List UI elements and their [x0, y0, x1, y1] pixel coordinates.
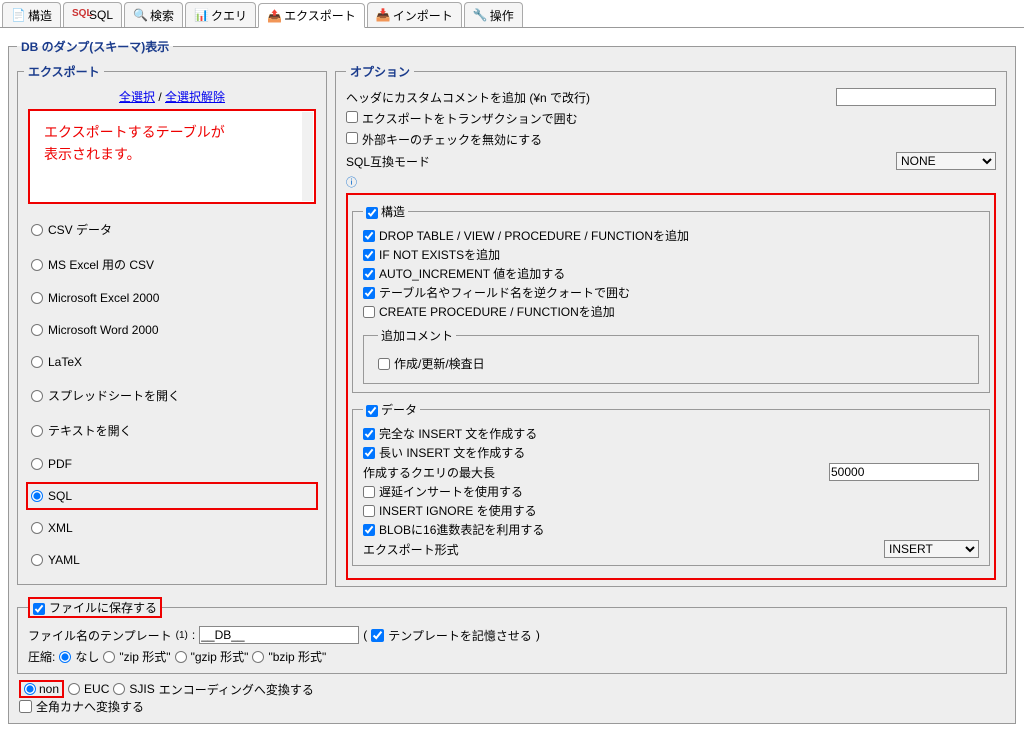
export-legend: エクスポート [24, 63, 104, 80]
tab-query[interactable]: 📊クエリ [185, 2, 256, 27]
radio-compress-bzip[interactable] [252, 651, 264, 663]
save-fieldset: ファイルに保存する ファイル名のテンプレート(1): ( テンプレートを記憶させ… [17, 597, 1007, 674]
chk-save-file[interactable] [33, 603, 45, 615]
main-dump-fieldset: DB のダンプ(スキーマ)表示 エクスポート 全選択 / 全選択解除 エクスポー… [8, 38, 1016, 724]
tab-operations[interactable]: 🔧操作 [464, 2, 523, 27]
chk-fk-disable[interactable] [346, 132, 358, 144]
highlighted-inner-area: 構造 DROP TABLE / VIEW / PROCEDURE / FUNCT… [346, 193, 996, 580]
radio-yaml[interactable] [31, 554, 43, 566]
operations-icon: 🔧 [473, 8, 487, 22]
chk-procfunc[interactable] [363, 306, 375, 318]
unselect-all-link[interactable]: 全選択解除 [165, 90, 225, 104]
format-radio-list: CSV データ MS Excel 用の CSV Microsoft Excel … [24, 212, 320, 576]
radio-odt[interactable] [31, 425, 43, 437]
sql-icon: SQL [72, 8, 86, 22]
chk-extended[interactable] [363, 447, 375, 459]
options-fieldset: オプション ヘッダにカスタムコメントを追加 (¥n で改行) エクスポートをトラ… [335, 63, 1007, 587]
chk-data-enable[interactable] [366, 405, 378, 417]
chk-blob-hex[interactable] [363, 524, 375, 536]
chk-structure-enable[interactable] [366, 207, 378, 219]
chk-autoinc[interactable] [363, 268, 375, 280]
compat-select[interactable]: NONE [896, 152, 996, 170]
chk-remember[interactable] [371, 629, 384, 642]
import-icon: 📥 [376, 8, 390, 22]
tab-sql[interactable]: SQLSQL [63, 2, 122, 27]
max-query-input[interactable] [829, 463, 979, 481]
chk-complete[interactable] [363, 428, 375, 440]
compress-label: 圧縮: [28, 648, 55, 665]
search-icon: 🔍 [133, 8, 147, 22]
chk-ifnotexists[interactable] [363, 249, 375, 261]
template-input[interactable] [199, 626, 359, 644]
structure-icon: 📄 [11, 8, 25, 22]
radio-word2000[interactable] [31, 324, 43, 336]
radio-sql[interactable] [31, 490, 43, 502]
add-comment-legend: 追加コメント [378, 327, 456, 344]
main-legend: DB のダンプ(スキーマ)表示 [17, 38, 173, 55]
scrollbar[interactable] [302, 112, 313, 201]
compat-label: SQL互換モード [346, 153, 896, 170]
radio-pdf[interactable] [31, 458, 43, 470]
radio-compress-gzip[interactable] [175, 651, 187, 663]
radio-xml[interactable] [31, 522, 43, 534]
tabs-bar: 📄構造 SQLSQL 🔍検索 📊クエリ 📤エクスポート 📥インポート 🔧操作 [0, 0, 1024, 28]
help-icon[interactable]: ⓘ [346, 174, 357, 190]
tab-import[interactable]: 📥インポート [367, 2, 462, 27]
radio-ods[interactable] [31, 390, 43, 402]
export-fieldset: エクスポート 全選択 / 全選択解除 エクスポートするテーブルが 表示されます。… [17, 63, 327, 585]
data-fieldset: データ 完全な INSERT 文を作成する 長い INSERT 文を作成する 作… [352, 401, 990, 566]
tab-search[interactable]: 🔍検索 [124, 2, 183, 27]
export-type-label: エクスポート形式 [363, 541, 884, 558]
chk-delayed[interactable] [363, 486, 375, 498]
header-comment-label: ヘッダにカスタムコメントを追加 (¥n で改行) [346, 89, 836, 106]
placeholder-line2: 表示されます。 [44, 143, 300, 165]
chk-ignore[interactable] [363, 505, 375, 517]
structure-fieldset: 構造 DROP TABLE / VIEW / PROCEDURE / FUNCT… [352, 203, 990, 393]
radio-enc-non[interactable] [24, 683, 36, 695]
radio-excel2000[interactable] [31, 292, 43, 304]
chk-kana[interactable] [19, 700, 32, 713]
table-list-area[interactable]: エクスポートするテーブルが 表示されます。 [28, 109, 316, 204]
query-icon: 📊 [194, 8, 208, 22]
radio-compress-none[interactable] [59, 651, 71, 663]
export-type-select[interactable]: INSERT [884, 540, 979, 558]
chk-transaction[interactable] [346, 111, 358, 123]
max-query-label: 作成するクエリの最大長 [363, 464, 829, 481]
placeholder-line1: エクスポートするテーブルが [44, 121, 300, 143]
tab-export[interactable]: 📤エクスポート [258, 3, 365, 28]
radio-compress-zip[interactable] [103, 651, 115, 663]
tab-structure[interactable]: 📄構造 [2, 2, 61, 27]
radio-csv-excel[interactable] [31, 259, 43, 271]
radio-enc-euc[interactable] [68, 683, 80, 695]
chk-backquote[interactable] [363, 287, 375, 299]
radio-enc-sjis[interactable] [113, 683, 125, 695]
export-icon: 📤 [267, 9, 281, 23]
add-comment-fieldset: 追加コメント 作成/更新/検査日 [363, 327, 979, 384]
chk-dates[interactable] [378, 358, 390, 370]
header-comment-input[interactable] [836, 88, 996, 106]
options-legend: オプション [346, 63, 414, 80]
chk-drop[interactable] [363, 230, 375, 242]
select-links: 全選択 / 全選択解除 [24, 88, 320, 105]
radio-csv[interactable] [31, 224, 43, 236]
select-all-link[interactable]: 全選択 [119, 90, 155, 104]
radio-latex[interactable] [31, 356, 43, 368]
template-label: ファイル名のテンプレート [28, 627, 172, 644]
